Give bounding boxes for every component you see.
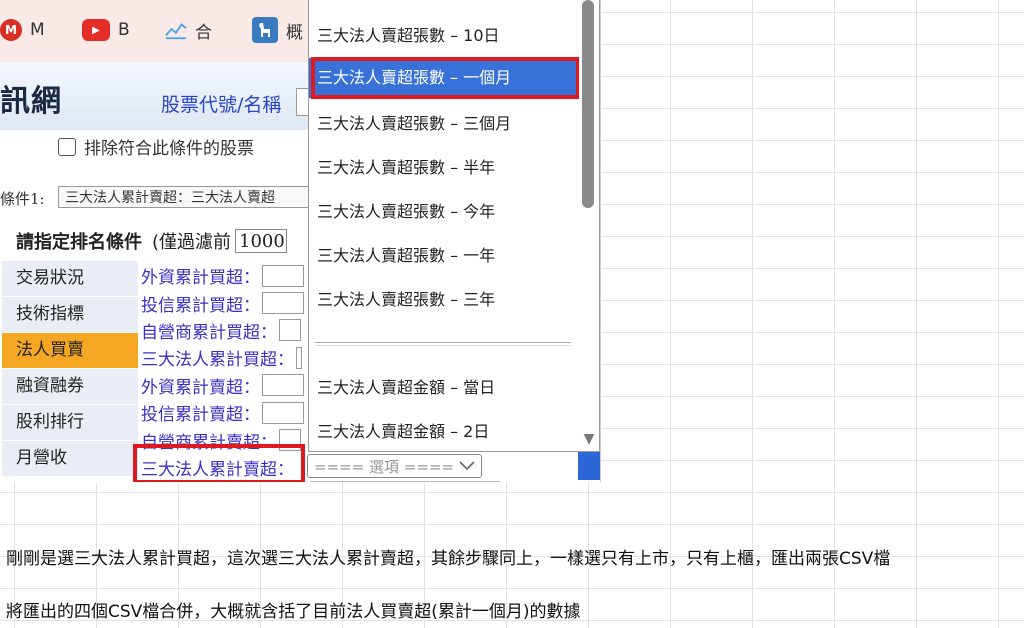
dog-icon: [252, 17, 278, 43]
select-placeholder: ==== 選項 ====: [314, 457, 455, 476]
option-select[interactable]: [296, 346, 302, 369]
embedded-screenshot: M M ▶ B 合 概 訊網 股票代號/名稱 排除符合此條件的股票 條件1: 三…: [0, 0, 601, 482]
ranking-row: 請指定排名條件 (僅過濾前 1000: [16, 228, 288, 254]
tab-institutional[interactable]: 法人買賣: [2, 333, 138, 369]
option-select[interactable]: [262, 374, 304, 397]
bookmark-label: 合: [195, 22, 212, 43]
dropdown-item[interactable]: 三大法人賣超張數 – 10日: [309, 16, 579, 56]
dropdown-item[interactable]: 三大法人賣超金額 – 2日: [309, 412, 579, 451]
youtube-icon: ▶: [82, 19, 110, 41]
option-row: 外資累計買超：: [141, 262, 311, 289]
dropdown-item[interactable]: 三大法人賣超張數 – 一年: [309, 236, 579, 276]
option-label: 投信累計賣超：: [141, 405, 260, 426]
option-dropdown-select[interactable]: ==== 選項 ====: [307, 454, 482, 478]
option-label: 外資累計買超：: [141, 268, 260, 289]
option-row: 自營商累計買超：: [141, 317, 311, 344]
option-row: 投信累計買超：: [141, 289, 311, 316]
bookmark-gmail[interactable]: M M: [0, 18, 45, 42]
category-tabs: 交易狀況 技術指標 法人買賣 融資融券 股利排行 月營收: [2, 261, 138, 477]
gmail-icon: M: [0, 19, 22, 41]
dropdown-item[interactable]: 三大法人賣超張數 – 今年: [309, 192, 579, 232]
divider: [310, 481, 500, 482]
caption-line-2: 將匯出的四個CSV檔合併，大概就含括了目前法人買賣超(累計一個月)的數據: [6, 602, 581, 622]
condition-select[interactable]: 三大法人累計賣超：三大法人賣超: [58, 186, 318, 208]
bookmark-youtube[interactable]: ▶ B: [82, 18, 130, 42]
exclude-option[interactable]: 排除符合此條件的股票: [58, 134, 254, 159]
highlight-annotation: [133, 444, 305, 482]
condition-label: 條件1:: [0, 190, 45, 208]
dropdown-item[interactable]: 三大法人賣超張數 – 三年: [309, 280, 579, 320]
selection-highlight-annotation: [311, 57, 580, 99]
option-select[interactable]: [262, 264, 304, 287]
stock-code-label: 股票代號/名稱: [161, 94, 282, 116]
chevron-down-icon: [459, 457, 475, 475]
site-logo[interactable]: 訊網: [0, 76, 62, 120]
tab-dividend[interactable]: 股利排行: [2, 405, 138, 441]
option-select[interactable]: [262, 292, 304, 315]
dropdown-separator: [315, 342, 571, 346]
ranking-title: 請指定排名條件: [16, 232, 142, 253]
dropdown-item[interactable]: 三大法人賣超金額 – 當日: [309, 368, 579, 408]
chart-icon: [165, 19, 187, 41]
option-label: 外資累計賣超：: [141, 377, 260, 398]
option-row: 投信累計賣超：: [141, 399, 311, 426]
tab-margin[interactable]: 融資融券: [2, 369, 138, 405]
bookmark-chart[interactable]: 合: [165, 18, 212, 43]
tab-technical[interactable]: 技術指標: [2, 297, 138, 333]
option-row: 三大法人累計買超：: [141, 344, 311, 371]
option-select[interactable]: [262, 401, 304, 424]
option-label: 自營商累計買超：: [141, 322, 277, 343]
ranking-count-input[interactable]: 1000: [235, 229, 288, 253]
caption-line-1: 剛剛是選三大法人累計買超，這次選三大法人累計賣超，其餘步驟同上，一樣選只有上市，…: [6, 549, 891, 569]
tab-monthly-revenue[interactable]: 月營收: [2, 441, 138, 477]
bookmark-label: 概: [286, 22, 303, 43]
bookmark-dog[interactable]: 概: [252, 17, 303, 43]
option-select[interactable]: [279, 319, 301, 342]
option-row: 外資累計賣超：: [141, 372, 311, 399]
scrollbar-thumb[interactable]: [582, 0, 594, 208]
scroll-down-icon[interactable]: ▼: [579, 430, 599, 448]
submit-button[interactable]: [578, 452, 600, 480]
bookmark-label: M: [30, 20, 45, 40]
option-label: 三大法人累計買超：: [141, 350, 294, 371]
exclude-label: 排除符合此條件的股票: [84, 139, 254, 159]
tab-trading-status[interactable]: 交易狀況: [2, 261, 138, 297]
exclude-checkbox[interactable]: [58, 137, 76, 156]
ranking-sub: (僅過濾前: [152, 232, 232, 253]
options-dropdown-list: 三大法人賣超張數 – 10日 三大法人賣超張數 – 一個月 三大法人賣超張數 –…: [308, 0, 600, 452]
option-label: 投信累計買超：: [141, 295, 260, 316]
dropdown-item[interactable]: 三大法人賣超張數 – 三個月: [309, 104, 579, 144]
dropdown-item[interactable]: 三大法人賣超張數 – 半年: [309, 148, 579, 188]
bookmark-label: B: [118, 20, 130, 40]
